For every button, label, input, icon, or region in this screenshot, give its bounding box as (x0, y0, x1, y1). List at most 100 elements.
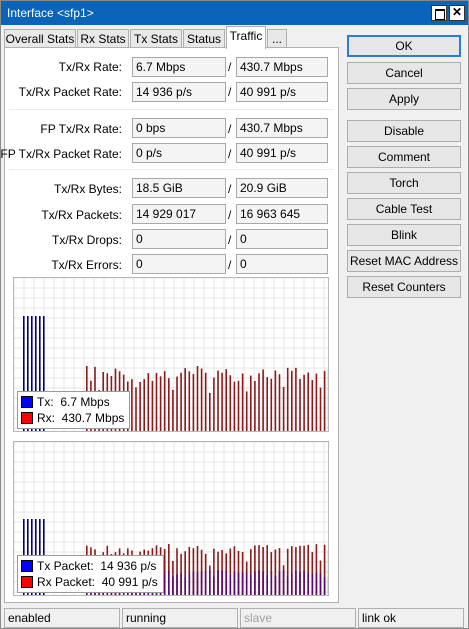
tx-packet-bar (237, 573, 240, 595)
tx-packet-color-swatch (21, 560, 33, 572)
reset-counters-button[interactable]: Reset Counters (347, 276, 461, 298)
legend-rx-value: 430.7 Mbps (61, 411, 125, 425)
divider (9, 109, 334, 110)
tx-packet-rate-field: 14 936 p/s (132, 82, 226, 102)
txrx-bytes-label: Tx/Rx Bytes: (53, 182, 122, 196)
rx-bar (254, 380, 256, 431)
rx-bar (278, 374, 281, 431)
tx-errors-field: 0 (132, 254, 226, 274)
traffic-legend: Tx: 6.7 Mbps Rx: 430.7 Mbps (17, 391, 131, 429)
torch-button[interactable]: Torch (347, 172, 461, 194)
close-icon[interactable]: ✕ (449, 5, 465, 21)
cable-test-button[interactable]: Cable Test (347, 198, 461, 220)
rx-bar (217, 370, 219, 431)
rx-bar (135, 387, 137, 431)
tx-packet-bar (168, 570, 170, 595)
rx-bar (303, 374, 305, 431)
title-bar[interactable]: Interface <sfp1> ✕ (1, 1, 468, 25)
tab-tx-stats[interactable]: Tx Stats (130, 29, 182, 48)
tx-packet-bar (225, 570, 227, 595)
tab-status[interactable]: Status (183, 29, 225, 48)
tx-packet-bar (327, 576, 328, 595)
rx-bar (241, 373, 244, 431)
legend-rx-packet-label: Rx Packet: (37, 575, 96, 589)
rx-bar (163, 371, 166, 431)
tx-packet-bar (278, 571, 281, 595)
maximize-icon[interactable] (431, 5, 447, 21)
tab-overall-stats[interactable]: Overall Stats (4, 29, 76, 48)
tx-packet-bar (258, 570, 260, 595)
slash: / (228, 182, 232, 196)
fp-rx-packet-rate-field: 40 991 p/s (236, 143, 328, 163)
apply-button[interactable]: Apply (347, 88, 461, 110)
tx-color-swatch (21, 396, 33, 408)
rx-bar (245, 391, 248, 431)
tx-packet-bar (213, 576, 215, 595)
blink-button[interactable]: Blink (347, 224, 461, 246)
tx-packet-bar (217, 570, 219, 595)
fp-tx-rate-field: 0 bps (132, 118, 226, 138)
rx-packets-field: 16 963 645 (236, 204, 328, 224)
disable-button[interactable]: Disable (347, 120, 461, 142)
tab-rx-stats[interactable]: Rx Stats (77, 29, 129, 48)
tab-traffic[interactable]: Traffic (226, 26, 266, 49)
rx-bar (266, 377, 268, 431)
tx-packet-bar (209, 570, 211, 595)
rx-bar (192, 373, 195, 431)
slash: / (228, 147, 232, 161)
legend-tx: Tx: 6.7 Mbps (21, 394, 124, 410)
tx-packet-bar (295, 570, 297, 595)
tx-rate-field: 6.7 Mbps (132, 57, 226, 77)
status-running: running (122, 608, 238, 628)
tx-packet-bar (319, 573, 322, 595)
rx-bar (299, 378, 301, 431)
rx-bar (286, 367, 289, 431)
legend-tx-packet: Tx Packet: 14 936 p/s (21, 558, 158, 574)
rx-bar (311, 379, 314, 431)
comment-button[interactable]: Comment (347, 146, 461, 168)
tx-drops-field: 0 (132, 229, 226, 249)
traffic-graph: Tx: 6.7 Mbps Rx: 430.7 Mbps (13, 277, 329, 432)
ok-button[interactable]: OK (347, 35, 461, 57)
rx-bar (307, 372, 309, 431)
rx-bar (225, 369, 227, 431)
tx-packet-bar (233, 571, 236, 595)
rx-bar (172, 389, 174, 431)
slash: / (228, 85, 232, 99)
rx-bar (204, 372, 207, 431)
rx-bar (237, 380, 240, 431)
tx-packet-bar (274, 575, 277, 595)
tx-packet-bar (204, 571, 207, 595)
window-title: Interface <sfp1> (7, 6, 94, 20)
rx-bar (155, 372, 158, 431)
rx-bar (176, 376, 178, 431)
rx-bar (143, 379, 145, 431)
cancel-button[interactable]: Cancel (347, 62, 461, 84)
tx-packet-bar (229, 574, 232, 595)
rx-bar (291, 370, 293, 431)
tx-packet-bar (282, 570, 285, 595)
rx-bar (168, 378, 170, 431)
rx-bar (180, 372, 182, 431)
rx-bar (295, 367, 297, 431)
txrx-rate-label: Tx/Rx Rate: (58, 60, 122, 74)
rx-bar (151, 380, 154, 431)
rx-bar (200, 368, 203, 431)
tx-packet-bar (241, 572, 244, 595)
rx-bar (147, 373, 150, 431)
tab-more[interactable]: ... (267, 29, 287, 48)
rx-bar (221, 372, 223, 431)
rx-errors-field: 0 (236, 254, 328, 274)
fp-txrx-packet-rate-label: FP Tx/Rx Packet Rate: (0, 147, 122, 161)
divider (9, 169, 334, 170)
tx-packet-bar (315, 572, 318, 595)
reset-mac-address-button[interactable]: Reset MAC Address (347, 250, 461, 272)
tx-packet-bar (184, 576, 186, 595)
tx-packet-bar (188, 573, 191, 595)
slash: / (228, 122, 232, 136)
fp-txrx-rate-label: FP Tx/Rx Rate: (40, 122, 122, 136)
slash: / (228, 258, 232, 272)
slash: / (228, 60, 232, 74)
status-link: link ok (358, 608, 464, 628)
rx-bar (233, 381, 236, 431)
